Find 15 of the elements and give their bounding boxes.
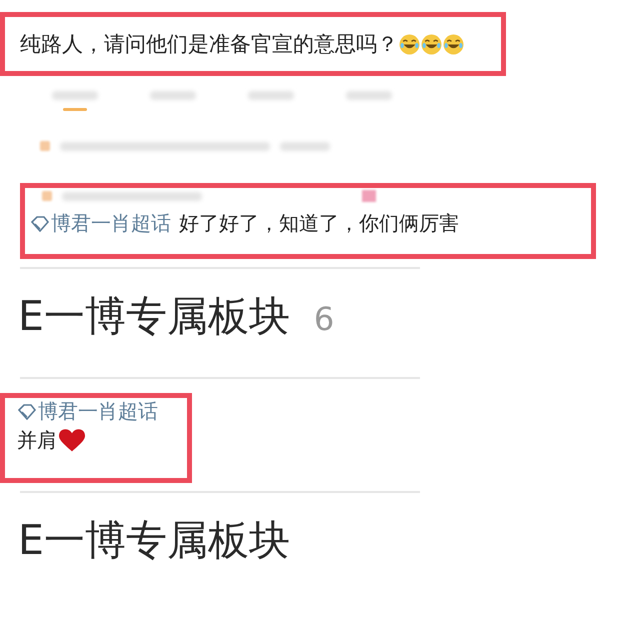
laughing-face-icon — [443, 34, 464, 54]
blurred-tab[interactable] — [52, 91, 98, 111]
section-title: E一博专属板块 — [18, 291, 290, 342]
diamond-icon — [30, 216, 50, 232]
topic-link[interactable]: 博君一肖超话 — [51, 210, 171, 237]
laughing-face-icon — [399, 34, 420, 54]
comment-text: 纯路人，请问他们是准备官宣的意思吗？ — [20, 31, 398, 58]
diamond-icon — [17, 404, 37, 420]
laughing-face-icon — [421, 34, 442, 54]
heart-icon — [59, 428, 85, 452]
comment-text: 好了好了，知道了，你们俩厉害 — [179, 210, 459, 237]
section-title: E一博专属板块 — [18, 515, 290, 566]
post-count: 6 — [314, 300, 334, 338]
comment-text: 并肩 — [17, 427, 57, 454]
topic-link[interactable]: 博君一肖超话 — [38, 398, 158, 425]
